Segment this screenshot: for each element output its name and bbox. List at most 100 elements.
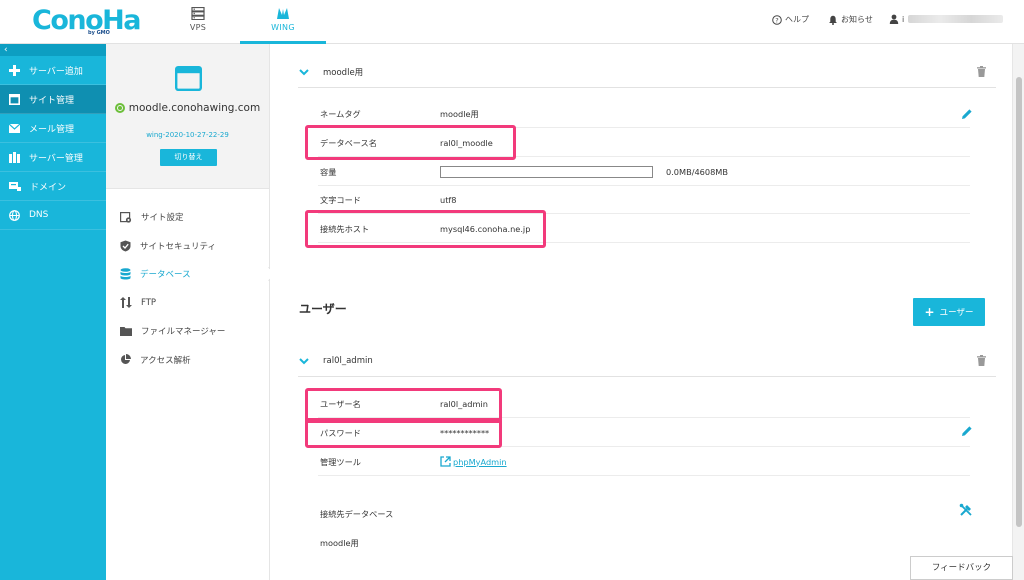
highlight-database-name bbox=[305, 125, 516, 160]
feedback-button[interactable]: フィードバック bbox=[910, 556, 1013, 580]
wing-icon bbox=[277, 8, 289, 19]
add-user-label: ユーザー bbox=[939, 308, 974, 318]
browser-window-icon bbox=[175, 66, 202, 91]
user-icon bbox=[889, 14, 899, 24]
window-icon bbox=[9, 93, 20, 105]
sidebar-item-site-management[interactable]: サイト管理 bbox=[0, 85, 106, 114]
main-content: moodle用 ネームタグ moodle用 データベース名 ral0l_mood… bbox=[270, 44, 1012, 580]
row-label: ネームタグ bbox=[320, 108, 361, 119]
shield-icon bbox=[120, 240, 131, 252]
status-ok-icon bbox=[114, 103, 125, 113]
sidebar-item-mail-management[interactable]: メール管理 bbox=[0, 114, 106, 143]
phpmyadmin-link[interactable]: phpMyAdmin bbox=[440, 456, 507, 467]
user-title: ral0l_admin bbox=[323, 356, 373, 366]
database-panel-header[interactable]: moodle用 bbox=[298, 57, 996, 88]
menu-item-database[interactable]: データベース bbox=[106, 260, 269, 289]
notice-link[interactable]: お知らせ bbox=[828, 14, 873, 25]
globe-icon bbox=[9, 209, 20, 221]
row-label: 容量 bbox=[320, 166, 337, 177]
edit-pencil-icon[interactable] bbox=[961, 108, 973, 120]
sidebar-item-server-management[interactable]: サーバー管理 bbox=[0, 143, 106, 172]
switch-site-button[interactable]: 切り替え bbox=[160, 149, 217, 166]
menu-item-label: ファイルマネージャー bbox=[141, 327, 226, 338]
site-card: moodle.conohawing.com wing-2020-10-27-22… bbox=[106, 44, 269, 189]
domain-icon bbox=[9, 182, 21, 191]
add-user-button[interactable]: + ユーザー bbox=[913, 298, 985, 326]
external-link-icon bbox=[440, 456, 451, 467]
database-title: moodle用 bbox=[323, 68, 364, 78]
folder-icon bbox=[120, 327, 132, 337]
menu-item-ftp[interactable]: FTP bbox=[106, 289, 269, 318]
menu-item-label: FTP bbox=[141, 297, 157, 308]
tab-wing[interactable]: WING bbox=[240, 0, 326, 44]
user-panel-header[interactable]: ral0l_admin bbox=[298, 346, 996, 377]
sidebar-item-label: サイト管理 bbox=[29, 95, 75, 106]
help-link[interactable]: ? ヘルプ bbox=[772, 14, 809, 25]
tab-vps-label: VPS bbox=[189, 23, 207, 32]
sidebar-item-label: DNS bbox=[29, 210, 49, 220]
notice-label: お知らせ bbox=[841, 15, 873, 24]
mail-icon bbox=[9, 123, 20, 133]
menu-item-access-analytics[interactable]: アクセス解析 bbox=[106, 346, 269, 375]
settings-icon bbox=[120, 211, 132, 223]
connected-db-label: 接続先データベース bbox=[320, 509, 394, 519]
main-sidebar: ‹ サーバー追加 サイト管理 メール管理 サーバー管理 ドメイン DNS bbox=[0, 44, 106, 580]
row-admin-tool: 管理ツール phpMyAdmin bbox=[318, 448, 970, 476]
site-menu: サイト設定 サイトセキュリティ データベース FTP ファイルマネージャー アク… bbox=[106, 189, 269, 374]
transfer-icon bbox=[120, 297, 132, 309]
help-label: ヘルプ bbox=[785, 15, 809, 24]
menu-item-file-manager[interactable]: ファイルマネージャー bbox=[106, 317, 269, 346]
row-label: 管理ツール bbox=[320, 456, 361, 467]
user-name-blurred bbox=[908, 15, 1004, 23]
menu-item-label: アクセス解析 bbox=[140, 355, 191, 366]
menu-item-site-security[interactable]: サイトセキュリティ bbox=[106, 232, 269, 261]
highlight-password bbox=[305, 418, 502, 448]
server-icon bbox=[9, 151, 20, 163]
bell-icon bbox=[829, 15, 837, 25]
server-icon bbox=[191, 7, 205, 20]
charset-value: utf8 bbox=[440, 194, 457, 205]
edit-pencil-icon[interactable] bbox=[961, 425, 973, 437]
row-capacity: 容量 0.0MB/4608MB bbox=[318, 158, 970, 186]
sidebar-item-label: メール管理 bbox=[29, 124, 75, 135]
main-scrollbar[interactable] bbox=[1012, 44, 1024, 580]
sidebar-item-dns[interactable]: DNS bbox=[0, 201, 106, 230]
user-menu[interactable]: i bbox=[889, 14, 1004, 24]
menu-item-label: サイト設定 bbox=[141, 213, 184, 224]
connected-db-value: moodle用 bbox=[320, 538, 359, 548]
sidebar-item-label: サーバー管理 bbox=[29, 153, 83, 164]
sidebar-item-domain[interactable]: ドメイン bbox=[0, 172, 106, 201]
logo-sub-text: by GMO bbox=[88, 30, 110, 36]
chevron-down-icon[interactable] bbox=[299, 356, 309, 366]
highlight-host bbox=[305, 210, 546, 248]
row-label: 文字コード bbox=[320, 194, 361, 205]
capacity-bar bbox=[440, 165, 653, 178]
chevron-down-icon[interactable] bbox=[299, 67, 309, 77]
name-tag-value: moodle用 bbox=[440, 108, 479, 119]
help-icon: ? bbox=[772, 14, 782, 25]
site-id: wing-2020-10-27-22-29 bbox=[146, 131, 229, 139]
sidebar-collapse-button[interactable]: ‹ bbox=[0, 44, 106, 56]
logo-text: ConoHa bbox=[32, 5, 141, 36]
row-name-tag: ネームタグ moodle用 bbox=[318, 100, 970, 128]
phpmyadmin-link-text[interactable]: phpMyAdmin bbox=[453, 457, 507, 467]
sidebar-item-add-server[interactable]: サーバー追加 bbox=[0, 56, 106, 85]
conoha-logo[interactable]: ConoHa by GMO bbox=[32, 5, 141, 38]
plus-icon: + bbox=[924, 305, 935, 319]
tab-wing-label: WING bbox=[271, 23, 295, 32]
site-sidebar: moodle.conohawing.com wing-2020-10-27-22… bbox=[106, 44, 270, 580]
plus-icon bbox=[9, 64, 20, 76]
database-icon bbox=[120, 268, 131, 280]
pie-chart-icon bbox=[121, 354, 131, 365]
tab-vps[interactable]: VPS bbox=[155, 0, 241, 44]
menu-item-site-settings[interactable]: サイト設定 bbox=[106, 203, 269, 232]
top-bar: ConoHa by GMO VPS WING ? ヘルプ お知らせ i bbox=[0, 0, 1024, 44]
menu-item-label: データベース bbox=[140, 270, 191, 281]
menu-item-label: サイトセキュリティ bbox=[140, 241, 216, 252]
trash-icon[interactable] bbox=[977, 66, 986, 77]
tools-icon[interactable] bbox=[959, 503, 973, 517]
users-section-title: ユーザー bbox=[299, 302, 347, 316]
trash-icon[interactable] bbox=[977, 355, 986, 366]
sidebar-item-label: ドメイン bbox=[30, 182, 67, 193]
scrollbar-thumb[interactable] bbox=[1016, 77, 1022, 527]
